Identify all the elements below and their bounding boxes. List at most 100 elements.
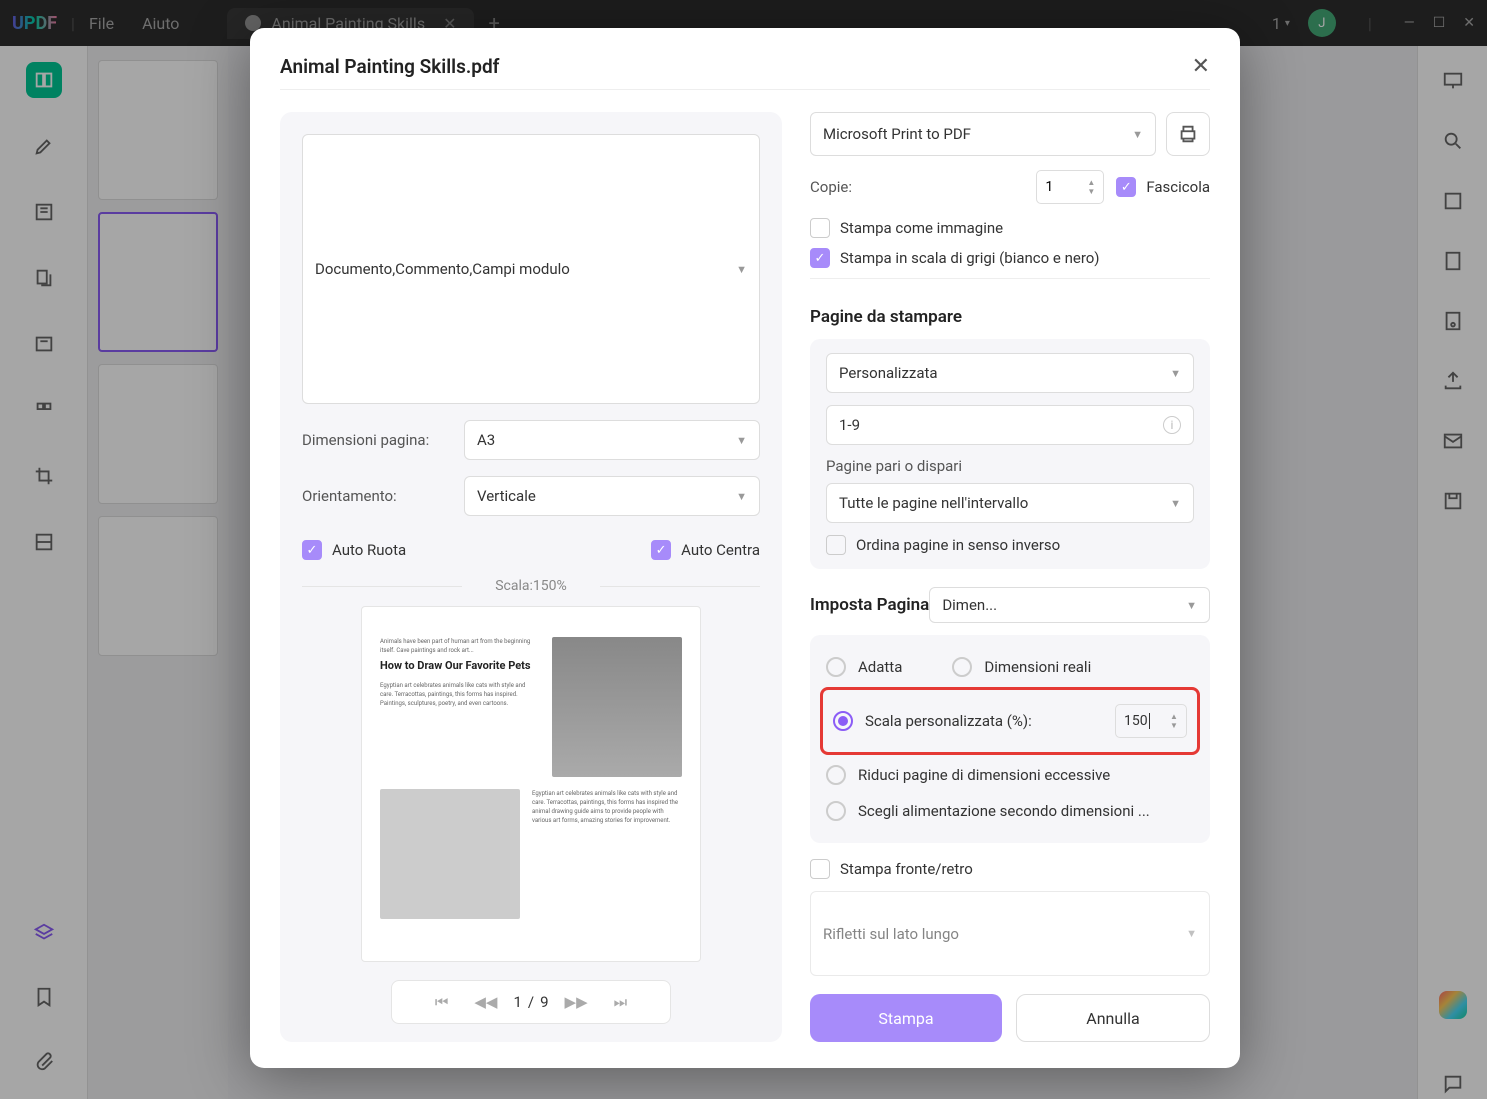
preview-image [552, 637, 682, 777]
range-input[interactable]: 1-9 i [826, 405, 1194, 445]
printer-icon [1177, 123, 1199, 145]
select-value: Dimen... [942, 596, 997, 614]
copies-input[interactable]: 1 ▲▼ [1036, 170, 1104, 204]
odd-even-label: Pagine pari o dispari [826, 457, 1194, 475]
radio-icon [826, 801, 846, 821]
chevron-down-icon: ▼ [736, 263, 747, 276]
radio-label: Scala personalizzata (%): [865, 712, 1032, 730]
chevron-down-icon: ▼ [1186, 599, 1197, 612]
dialog-close-button[interactable]: ✕ [1192, 54, 1210, 79]
spin-down-icon[interactable]: ▼ [1087, 187, 1101, 196]
auto-center-checkbox[interactable]: ✓ Auto Centra [651, 540, 760, 560]
preview-pager: ⏮ ◀◀ 1 / 9 ▶▶ ⏭ [391, 980, 671, 1024]
select-value: A3 [477, 431, 495, 449]
input-value: 1-9 [839, 416, 860, 434]
radio-icon [952, 657, 972, 677]
orientation-select[interactable]: Verticale ▼ [464, 476, 760, 516]
checkbox-icon [826, 535, 846, 555]
checkbox-label: Auto Ruota [332, 541, 406, 559]
radio-icon [826, 765, 846, 785]
select-value: Microsoft Print to PDF [823, 125, 971, 143]
page-setup-title: Imposta Pagina [810, 595, 929, 615]
page-current: 1 [513, 993, 521, 1011]
chevron-down-icon: ▼ [1170, 497, 1181, 510]
spin-up-icon[interactable]: ▲ [1087, 178, 1101, 187]
select-value: Tutte le pagine nell'intervallo [839, 494, 1028, 512]
input-value: 1 [1045, 179, 1053, 195]
actual-size-radio[interactable]: Dimensioni reali [952, 649, 1091, 685]
scale-indicator: Scala:150% [302, 578, 760, 594]
prev-page-button[interactable]: ◀◀ [464, 993, 507, 1011]
checkbox-label: Stampa come immagine [840, 219, 1003, 237]
custom-scale-radio[interactable]: Scala personalizzata (%): 150 ▲▼ [833, 696, 1187, 746]
page-total: 9 [540, 993, 548, 1011]
checkbox-icon: ✓ [651, 540, 671, 560]
radio-icon [826, 657, 846, 677]
input-value: 150 [1124, 713, 1150, 729]
select-value: Documento,Commento,Campi modulo [315, 260, 570, 278]
spin-up-icon[interactable]: ▲ [1170, 712, 1184, 721]
select-value: Verticale [477, 487, 536, 505]
print-dialog: Animal Painting Skills.pdf ✕ Documento,C… [250, 28, 1240, 1068]
checkbox-icon: ✓ [302, 540, 322, 560]
scale-radio-group: Adatta Dimensioni reali Scala personaliz… [810, 635, 1210, 843]
print-as-image-checkbox[interactable]: Stampa come immagine [810, 218, 1210, 238]
next-page-button[interactable]: ▶▶ [555, 993, 598, 1011]
pages-section-title: Pagine da stampare [810, 307, 1210, 327]
checkbox-icon: ✓ [810, 248, 830, 268]
custom-scale-input[interactable]: 150 ▲▼ [1115, 704, 1187, 738]
auto-rotate-checkbox[interactable]: ✓ Auto Ruota [302, 540, 406, 560]
info-icon[interactable]: i [1163, 416, 1181, 434]
printer-settings-button[interactable] [1166, 112, 1210, 156]
preview-image [380, 789, 520, 919]
range-mode-select[interactable]: Personalizzata ▼ [826, 353, 1194, 393]
chevron-down-icon: ▼ [736, 490, 747, 503]
checkbox-icon [810, 859, 830, 879]
page-preview: Animals have been part of human art from… [361, 606, 701, 962]
settings-panel: Microsoft Print to PDF ▼ Copie: 1 ▲▼ ✓ F… [810, 112, 1210, 1042]
print-button[interactable]: Stampa [810, 994, 1002, 1042]
preview-panel: Documento,Commento,Campi modulo ▼ Dimens… [280, 112, 782, 1042]
radio-label: Riduci pagine di dimensioni eccessive [858, 766, 1110, 784]
content-type-select[interactable]: Documento,Commento,Campi modulo ▼ [302, 134, 760, 404]
chevron-down-icon: ▼ [1170, 367, 1181, 380]
select-value: Personalizzata [839, 364, 938, 382]
chevron-down-icon: ▼ [1186, 927, 1197, 940]
checkbox-icon: ✓ [1116, 177, 1136, 197]
chevron-down-icon: ▼ [1132, 128, 1143, 141]
checkbox-icon [810, 218, 830, 238]
page-size-label: Dimensioni pagina: [302, 431, 452, 449]
odd-even-select[interactable]: Tutte le pagine nell'intervallo ▼ [826, 483, 1194, 523]
checkbox-label: Stampa fronte/retro [840, 860, 973, 878]
choose-paper-radio[interactable]: Scegli alimentazione secondo dimensioni … [826, 793, 1194, 829]
duplex-checkbox[interactable]: Stampa fronte/retro [810, 859, 1210, 879]
flip-select[interactable]: Rifletti sul lato lungo ▼ [810, 891, 1210, 976]
collate-checkbox[interactable]: ✓ Fascicola [1116, 177, 1210, 197]
radio-label: Adatta [858, 658, 902, 676]
cancel-button[interactable]: Annulla [1016, 994, 1210, 1042]
first-page-button[interactable]: ⏮ [425, 993, 459, 1011]
last-page-button[interactable]: ⏭ [604, 993, 638, 1011]
shrink-radio[interactable]: Riduci pagine di dimensioni eccessive [826, 757, 1194, 793]
page-size-select[interactable]: A3 ▼ [464, 420, 760, 460]
page-sep: / [528, 993, 534, 1011]
page-setup-mode-select[interactable]: Dimen... ▼ [929, 587, 1210, 623]
custom-scale-highlight: Scala personalizzata (%): 150 ▲▼ [820, 687, 1200, 755]
radio-label: Scegli alimentazione secondo dimensioni … [858, 802, 1150, 820]
fit-radio[interactable]: Adatta [826, 649, 902, 685]
spin-down-icon[interactable]: ▼ [1170, 721, 1184, 730]
pages-group: Personalizzata ▼ 1-9 i Pagine pari o dis… [810, 339, 1210, 569]
orientation-label: Orientamento: [302, 487, 452, 505]
select-value: Rifletti sul lato lungo [823, 925, 959, 943]
copies-label: Copie: [810, 178, 1024, 196]
dialog-title: Animal Painting Skills.pdf [280, 55, 499, 78]
radio-label: Dimensioni reali [984, 658, 1091, 676]
reverse-checkbox[interactable]: Ordina pagine in senso inverso [826, 535, 1194, 555]
chevron-down-icon: ▼ [736, 434, 747, 447]
checkbox-label: Ordina pagine in senso inverso [856, 536, 1060, 554]
printer-select[interactable]: Microsoft Print to PDF ▼ [810, 112, 1156, 156]
grayscale-checkbox[interactable]: ✓ Stampa in scala di grigi (bianco e ner… [810, 248, 1210, 268]
preview-heading: How to Draw Our Favorite Pets [380, 659, 540, 673]
checkbox-label: Stampa in scala di grigi (bianco e nero) [840, 249, 1100, 267]
radio-icon [833, 711, 853, 731]
